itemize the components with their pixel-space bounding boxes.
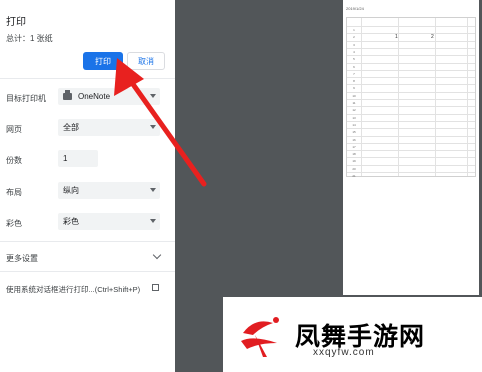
grid-line <box>347 33 475 35</box>
row-number: 16 <box>352 137 356 142</box>
chevron-down-icon <box>150 219 156 223</box>
row-number: 5 <box>353 57 355 62</box>
printer-icon <box>63 90 72 100</box>
grid-line <box>347 135 475 137</box>
grid-line <box>347 128 475 130</box>
divider <box>0 271 175 272</box>
row-number: 17 <box>352 144 356 149</box>
row-number: 14 <box>352 122 356 127</box>
color-value: 彩色 <box>63 217 79 226</box>
grid-line <box>347 120 475 122</box>
divider <box>0 241 175 242</box>
color-select[interactable]: 彩色 <box>58 213 160 230</box>
grid-line <box>347 55 475 57</box>
row-number: 11 <box>352 101 356 105</box>
row-number: 8 <box>353 79 355 84</box>
copies-value: 1 <box>63 154 68 163</box>
chevron-down-icon[interactable] <box>152 250 162 260</box>
preview-date: 2019/1/24 <box>346 6 364 11</box>
grid-line <box>398 18 399 176</box>
print-settings-panel: 打印 总计：1 张纸 打印 取消 目标打印机 OneNote 网页 全部 份数 … <box>0 0 175 372</box>
color-label: 彩色 <box>6 219 22 228</box>
chevron-down-icon <box>150 94 156 98</box>
grid-line <box>347 164 475 166</box>
row-number: 10 <box>352 93 356 98</box>
row-number: 9 <box>353 86 355 91</box>
copies-input[interactable]: 1 <box>58 150 98 167</box>
layout-label: 布局 <box>6 188 22 197</box>
cell-value: 1 <box>395 34 398 40</box>
brand-logo-icon <box>241 317 279 357</box>
row-number: 3 <box>353 42 355 47</box>
grid-line <box>347 47 475 49</box>
dialog-title: 打印 <box>6 17 26 28</box>
destination-label: 目标打印机 <box>6 94 46 103</box>
pages-value: 全部 <box>63 123 79 132</box>
grid-line <box>347 77 475 79</box>
row-number: 7 <box>353 71 355 76</box>
grid-line <box>347 150 475 152</box>
grid-line <box>347 142 475 144</box>
watermark-url: xxqyfw.com <box>313 347 375 358</box>
cell-value: 2 <box>431 34 434 40</box>
destination-select[interactable]: OneNote <box>58 88 160 105</box>
row-number: 15 <box>352 130 356 135</box>
chevron-down-icon <box>150 125 156 129</box>
grid-line <box>347 172 475 173</box>
row-number: 1 <box>353 28 355 32</box>
grid-line <box>347 113 475 115</box>
grid-line <box>347 40 475 42</box>
watermark: 凤舞手游网 xxqyfw.com <box>223 297 482 372</box>
row-number: 20 <box>352 166 356 171</box>
row-number: 2 <box>353 35 355 40</box>
grid-line <box>347 99 475 100</box>
cancel-button[interactable]: 取消 <box>127 52 165 70</box>
pages-label: 网页 <box>6 125 22 134</box>
layout-value: 纵向 <box>63 186 79 195</box>
grid-line <box>347 62 475 64</box>
preview-page: 2019/1/24 1 2 1 2 3 4 5 6 7 8 9 10 11 12 13 14 15 16 17 1… <box>343 0 479 295</box>
grid-line <box>347 157 475 159</box>
pages-select[interactable]: 全部 <box>58 119 160 136</box>
row-number: 13 <box>352 115 356 120</box>
grid-line <box>361 18 362 176</box>
row-number: 12 <box>352 108 356 113</box>
divider <box>0 78 175 79</box>
row-number: 18 <box>352 152 356 157</box>
grid-line <box>347 84 475 86</box>
sheet-count: 总计：1 张纸 <box>6 34 53 43</box>
preview-grid: 1 2 1 2 3 4 5 6 7 8 9 10 11 12 13 14 15 16 17 18 19 20 21 <box>346 17 476 178</box>
grid-line <box>347 106 475 108</box>
row-number: 21 <box>352 174 356 178</box>
grid-line <box>347 91 475 93</box>
grid-line <box>347 26 475 27</box>
copies-label: 份数 <box>6 156 22 165</box>
grid-line <box>347 69 475 71</box>
layout-select[interactable]: 纵向 <box>58 182 160 199</box>
system-dialog-link[interactable]: 使用系统对话框进行打印...(Ctrl+Shift+P) <box>6 284 140 295</box>
destination-value: OneNote <box>78 92 111 101</box>
open-external-icon <box>152 284 159 291</box>
row-number: 4 <box>353 49 355 54</box>
grid-line <box>467 18 468 176</box>
grid-line <box>435 18 436 176</box>
row-number: 19 <box>352 159 356 164</box>
row-number: 6 <box>353 64 355 69</box>
print-button[interactable]: 打印 <box>83 52 123 70</box>
more-settings-toggle[interactable]: 更多设置 <box>6 253 38 264</box>
chevron-down-icon <box>150 188 156 192</box>
